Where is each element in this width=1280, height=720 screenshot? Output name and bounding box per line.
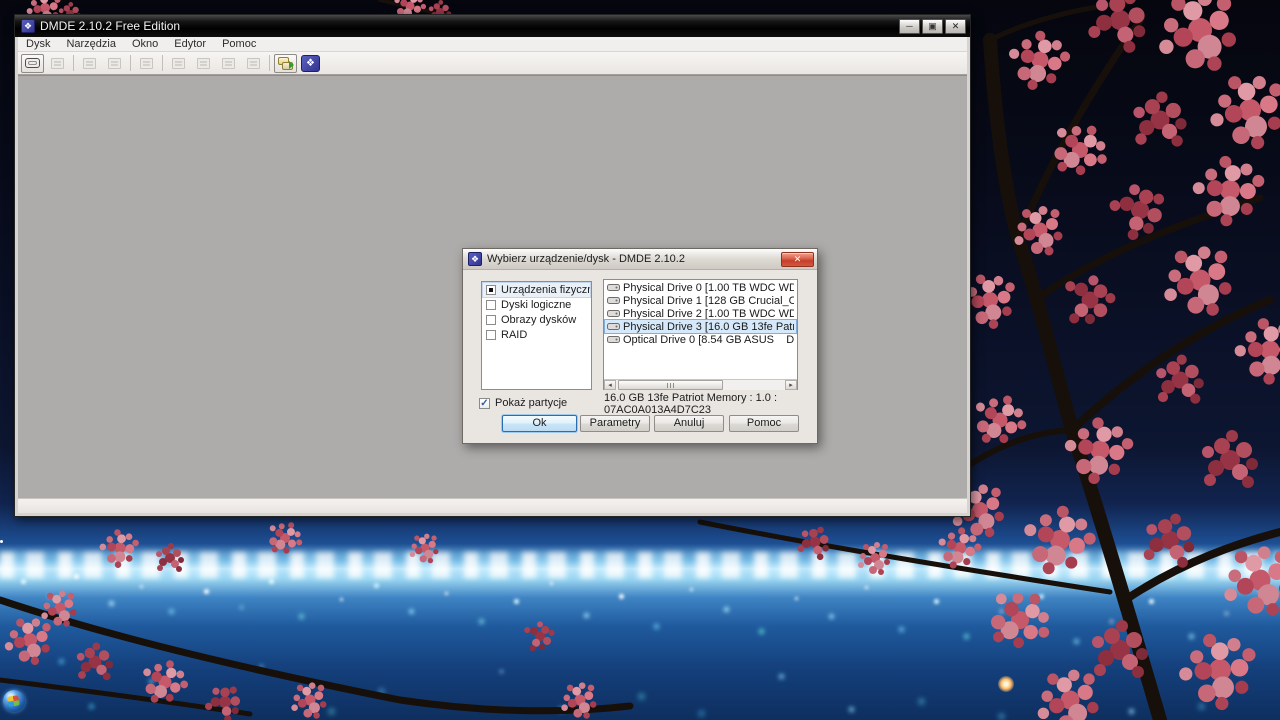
drive-label: Physical Drive 0 [1.00 TB WDC WD10EZRX-0… — [623, 282, 794, 294]
main-titlebar[interactable]: ❖ DMDE 2.10.2 Free Edition ─ ▣ ✕ — [15, 15, 970, 37]
panel-search-button[interactable] — [242, 54, 265, 73]
selected-drive-info: 16.0 GB 13fe Patriot Memory : 1.0 : 07AC… — [604, 392, 804, 416]
drive-label: Physical Drive 1 [128 GB Crucial_CT128MX… — [623, 295, 794, 307]
dialog-dmde-icon: ❖ — [468, 252, 482, 266]
panel-partitions-button[interactable] — [167, 54, 190, 73]
drive-icon — [607, 335, 620, 344]
dmde-logo-button[interactable]: ❖ — [299, 54, 322, 73]
minimize-button[interactable]: ─ — [899, 19, 920, 34]
open-image-icon — [51, 58, 64, 69]
scrollbar-track[interactable] — [616, 380, 785, 390]
toolbar-separator — [162, 55, 163, 71]
copy-disk-icon — [278, 57, 293, 70]
main-window-title: DMDE 2.10.2 Free Edition — [40, 19, 897, 33]
dialog-close-button[interactable]: ✕ — [781, 252, 814, 267]
menu-bar: Dysk Narzędzia Okno Edytor Pomoc — [18, 37, 967, 52]
selected-drive-info-line1: 16.0 GB 13fe Patriot Memory : 1.0 : — [604, 392, 804, 404]
show-partitions-label: Pokaż partycje — [495, 397, 567, 409]
drive-label: Optical Drive 0 [8.54 GB ASUS DRW-24F1ST… — [623, 334, 794, 346]
drive-icon — [607, 309, 620, 318]
panel-volumes-button[interactable] — [192, 54, 215, 73]
select-device-button[interactable] — [21, 54, 44, 73]
show-partitions-checkbox[interactable]: ✓ — [479, 398, 490, 409]
device-type-label: Dyski logiczne — [501, 299, 571, 311]
dialog-titlebar[interactable]: ❖ Wybierz urządzenie/dysk - DMDE 2.10.2 … — [463, 249, 817, 270]
windows-start-orb[interactable] — [3, 690, 25, 712]
copy-disk-button[interactable] — [274, 54, 297, 73]
panel-search-icon — [247, 58, 260, 69]
back-button[interactable] — [78, 54, 101, 73]
select-device-dialog: ❖ Wybierz urządzenie/dysk - DMDE 2.10.2 … — [462, 248, 818, 444]
panel-editor-icon — [222, 58, 235, 69]
windows-flag-icon — [7, 695, 19, 706]
close-button[interactable]: ✕ — [945, 19, 966, 34]
toolbar-separator — [73, 55, 74, 71]
scroll-left-arrow[interactable]: ◂ — [604, 380, 616, 390]
forward-button[interactable] — [103, 54, 126, 73]
device-type-label: Urządzenia fizyczne — [501, 284, 592, 296]
device-type-physical[interactable]: Urządzenia fizyczne — [483, 283, 590, 297]
scrollbar-grip-icon — [667, 383, 674, 388]
drive-icon — [607, 322, 620, 331]
drive-label: Physical Drive 2 [1.00 TB WDC WD10EADS-0… — [623, 308, 794, 320]
drive-label: Physical Drive 3 [16.0 GB 13fe Patriot M… — [623, 321, 794, 333]
toolbar-separator — [269, 55, 270, 71]
drive-row-1[interactable]: Physical Drive 1 [128 GB Crucial_CT128MX… — [605, 294, 796, 307]
drive-icon — [607, 283, 620, 292]
device-type-logical[interactable]: Dyski logiczne — [483, 298, 590, 312]
panel-partitions-icon — [172, 58, 185, 69]
city-lights — [0, 540, 3, 543]
dialog-buttons: Ok Parametry Anuluj Pomoc — [463, 415, 817, 433]
city-horizon-glow — [0, 552, 1280, 578]
menu-dysk[interactable]: Dysk — [18, 37, 58, 51]
scrollbar-thumb[interactable] — [618, 380, 723, 390]
panel-editor-button[interactable] — [217, 54, 240, 73]
back-icon — [83, 58, 96, 69]
open-image-button[interactable] — [46, 54, 69, 73]
checkbox-raid[interactable] — [486, 330, 496, 340]
menu-narzedzia[interactable]: Narzędzia — [58, 37, 124, 51]
checkbox-logical[interactable] — [486, 300, 496, 310]
save-button[interactable] — [135, 54, 158, 73]
toolbar: ❖ — [18, 52, 967, 75]
orange-starburst-light — [998, 676, 1014, 692]
show-partitions-checkbox-row[interactable]: ✓ Pokaż partycje — [479, 397, 567, 409]
checkbox-physical[interactable] — [486, 285, 496, 295]
dmde-logo-icon: ❖ — [301, 55, 320, 72]
drive-row-3-selected[interactable]: Physical Drive 3 [16.0 GB 13fe Patriot M… — [605, 320, 796, 333]
ok-button[interactable]: Ok — [502, 415, 577, 432]
drive-row-4[interactable]: Optical Drive 0 [8.54 GB ASUS DRW-24F1ST… — [605, 333, 796, 346]
save-icon — [140, 58, 153, 69]
menu-edytor[interactable]: Edytor — [166, 37, 214, 51]
forward-icon — [108, 58, 121, 69]
horizontal-scrollbar[interactable]: ◂ ▸ — [604, 379, 797, 390]
checkbox-images[interactable] — [486, 315, 496, 325]
panel-volumes-icon — [197, 58, 210, 69]
help-button[interactable]: Pomoc — [729, 415, 799, 432]
dmde-app-icon: ❖ — [21, 19, 35, 33]
menu-okno[interactable]: Okno — [124, 37, 166, 51]
scroll-right-arrow[interactable]: ▸ — [785, 380, 797, 390]
status-bar — [18, 498, 967, 513]
menu-pomoc[interactable]: Pomoc — [214, 37, 264, 51]
drive-row-0[interactable]: Physical Drive 0 [1.00 TB WDC WD10EZRX-0… — [605, 281, 796, 294]
dialog-title: Wybierz urządzenie/dysk - DMDE 2.10.2 — [487, 253, 781, 265]
drive-row-2[interactable]: Physical Drive 2 [1.00 TB WDC WD10EADS-0… — [605, 307, 796, 320]
maximize-button[interactable]: ▣ — [922, 19, 943, 34]
device-type-list: Urządzenia fizyczne Dyski logiczne Obraz… — [481, 281, 592, 390]
toolbar-separator — [130, 55, 131, 71]
select-device-icon — [25, 58, 40, 68]
drive-icon — [607, 296, 620, 305]
device-type-label: RAID — [501, 329, 527, 341]
drive-list: Physical Drive 0 [1.00 TB WDC WD10EZRX-0… — [603, 279, 798, 390]
cancel-button[interactable]: Anuluj — [654, 415, 724, 432]
device-type-images[interactable]: Obrazy dysków — [483, 313, 590, 327]
parameters-button[interactable]: Parametry — [580, 415, 650, 432]
device-type-raid[interactable]: RAID — [483, 328, 590, 342]
device-type-label: Obrazy dysków — [501, 314, 576, 326]
